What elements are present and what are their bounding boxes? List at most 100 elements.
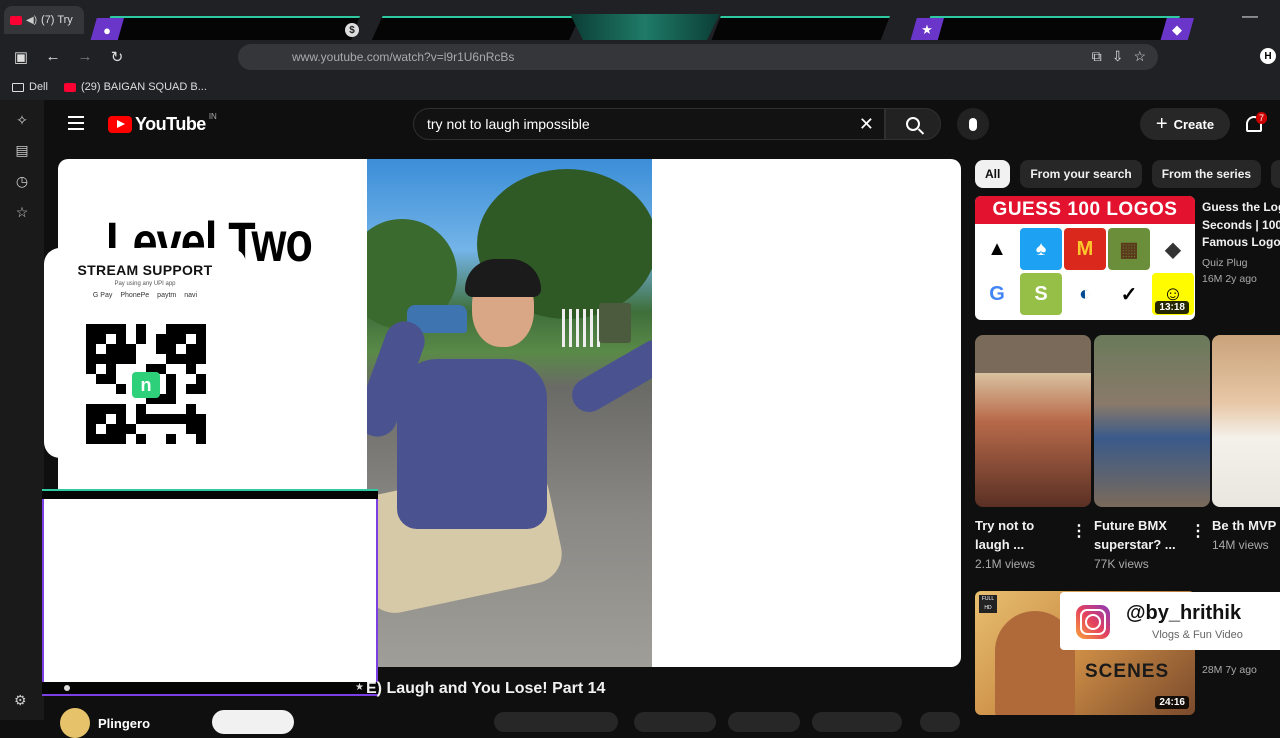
qr-module [126, 334, 136, 344]
reload-icon[interactable]: ↻ [108, 48, 126, 66]
qr-module [106, 404, 116, 414]
thumbnail-banner: GUESS 100 LOGOS [975, 196, 1195, 224]
qr-module [166, 404, 176, 414]
duration-badge: 24:16 [1155, 696, 1189, 709]
featured-video-info[interactable]: Guess the Log Seconds | 100 Famous Logos… [1202, 199, 1280, 286]
qr-module [86, 394, 96, 404]
search-button[interactable] [885, 108, 941, 140]
chip-from-the-series[interactable]: From the series [1151, 160, 1262, 188]
qr-module [96, 354, 106, 364]
qr-module [166, 324, 176, 334]
subscribe-button[interactable] [212, 710, 294, 734]
short-views: 2.1M views [975, 557, 1036, 571]
qr-module [196, 344, 206, 354]
chip-from-your-search[interactable]: From your search [1020, 160, 1142, 188]
qr-module [96, 414, 106, 424]
qr-module [166, 424, 176, 434]
qr-module [156, 344, 166, 354]
sidebar-toggle-icon[interactable]: ▣ [12, 48, 30, 66]
chip-all[interactable]: All [975, 160, 1011, 188]
short-views: 77K views [1094, 557, 1149, 571]
qr-module [176, 374, 186, 384]
qr-module [196, 404, 206, 414]
like-button[interactable] [494, 712, 618, 732]
qr-module [136, 434, 146, 444]
close-icon[interactable]: ✕ [859, 114, 874, 135]
create-button[interactable]: + Create [1140, 108, 1230, 140]
qr-module [176, 364, 186, 374]
youtube-logo[interactable]: YouTube IN [108, 112, 217, 135]
qr-module [136, 414, 146, 424]
minimize-button[interactable]: — [1242, 8, 1258, 26]
gear-icon [64, 685, 70, 691]
address-bar[interactable]: www.youtube.com/watch?v=l9r1U6nRcBs ⧉ ⇩ … [238, 44, 1158, 70]
notifications-button[interactable]: 7 [1244, 112, 1268, 136]
qr-module [136, 354, 146, 364]
qr-module [106, 344, 116, 354]
qr-module [146, 404, 156, 414]
chip-more[interactable]: Fr [1271, 160, 1280, 188]
forward-arrow-icon[interactable]: → [76, 48, 94, 65]
qr-module [186, 384, 196, 394]
download-button[interactable] [728, 712, 800, 732]
qr-module [116, 354, 126, 364]
sparkle-icon[interactable]: ✧ [12, 112, 32, 129]
microphone-icon [969, 117, 977, 131]
short-card[interactable]: Future BMX superstar? ... 77K views ⋮ [1094, 335, 1210, 571]
qr-module [196, 354, 206, 364]
short-card[interactable]: Be th MVP in you 14M views [1212, 335, 1280, 552]
qr-module [176, 354, 186, 364]
qr-module [86, 414, 96, 424]
short-card[interactable]: Try not to laugh ... 2.1M views ⋮ [975, 335, 1091, 571]
channel-name[interactable]: Plingero [98, 716, 150, 731]
qr-module [176, 334, 186, 344]
person-hair [465, 259, 541, 297]
search-input[interactable]: try not to laugh impossible ✕ [413, 108, 885, 140]
search-query: try not to laugh impossible [427, 116, 590, 132]
qr-module [166, 364, 176, 374]
share-button[interactable] [634, 712, 716, 732]
voice-search-button[interactable] [957, 108, 989, 140]
gear-icon[interactable]: ⚙ [14, 692, 27, 709]
youtube-header: YouTube IN try not to laugh impossible ✕… [44, 100, 1280, 150]
qr-module [106, 384, 116, 394]
history-icon[interactable]: ◷ [12, 173, 32, 190]
download-icon[interactable]: ⇩ [1112, 48, 1124, 65]
favorites-icon[interactable]: ☆ [12, 204, 32, 221]
qr-module [86, 354, 96, 364]
person-torso [397, 359, 547, 529]
roblox-logo-icon: ◆ [1152, 228, 1194, 270]
qr-module [96, 384, 106, 394]
install-app-icon[interactable]: ⧉ [1092, 48, 1102, 65]
qr-module [96, 324, 106, 334]
bookmark-baigan-squad[interactable]: (29) BAIGAN SQUAD B... [63, 81, 207, 93]
qr-module [116, 344, 126, 354]
clip-button[interactable] [812, 712, 902, 732]
short-views: 14M views [1212, 538, 1269, 552]
qr-module [146, 354, 156, 364]
video-meta: 16M 2y ago [1202, 272, 1257, 285]
region-code: IN [208, 112, 217, 121]
menu-icon[interactable] [68, 116, 84, 130]
avatar[interactable] [60, 708, 90, 738]
qr-module [146, 414, 156, 424]
bookmark-star-icon[interactable]: ☆ [1133, 48, 1146, 65]
more-vert-icon[interactable]: ⋮ [1071, 521, 1087, 541]
profile-avatar[interactable]: H [1260, 48, 1276, 64]
short-title: Future BMX superstar? ... [1094, 518, 1176, 552]
more-actions-button[interactable] [920, 712, 960, 732]
bookmark-dell[interactable]: Dell [12, 81, 48, 93]
more-vert-icon[interactable]: ⋮ [1190, 521, 1206, 541]
fence [562, 309, 602, 347]
qr-module [186, 414, 196, 424]
back-arrow-icon[interactable]: ← [44, 48, 62, 65]
featured-video-thumbnail[interactable]: GUESS 100 LOGOS ▲ ♠ M ▦ ◆ G S ◐ ✓ ☺ 13:1… [975, 196, 1195, 320]
payment-apps: G Pay PhonePe paytm navi [44, 292, 246, 299]
qr-module [96, 424, 106, 434]
collections-icon[interactable]: ▤ [12, 142, 32, 159]
payment-app: paytm [157, 292, 177, 299]
qr-module [186, 394, 196, 404]
support-subtitle: Pay using any UPI app [114, 281, 176, 287]
qr-module [166, 344, 176, 354]
qr-module [156, 404, 166, 414]
